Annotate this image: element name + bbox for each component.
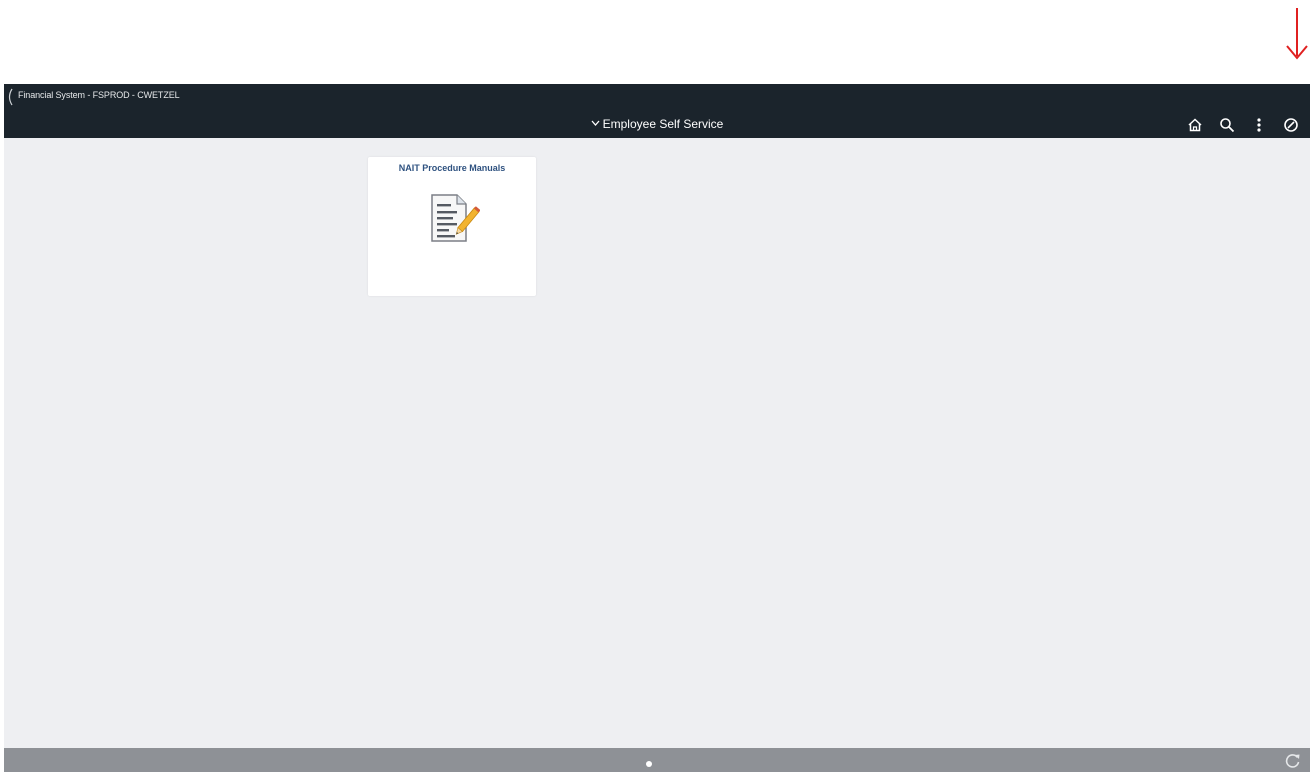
page-indicator-dot[interactable] xyxy=(646,761,652,767)
navbar-button[interactable] xyxy=(1281,115,1301,135)
screenshot-canvas: Financial System - FSPROD - CWETZEL Empl… xyxy=(0,0,1310,772)
actions-menu-icon xyxy=(1257,118,1261,132)
home-icon xyxy=(1188,118,1202,132)
search-button[interactable] xyxy=(1217,115,1237,135)
system-logo-icon xyxy=(8,88,13,106)
footer-bar xyxy=(4,748,1310,772)
tile-nait-procedure-manuals[interactable]: NAIT Procedure Manuals xyxy=(368,157,536,296)
document-edit-icon xyxy=(431,194,480,242)
search-icon xyxy=(1220,118,1235,133)
page-title: Employee Self Service xyxy=(602,117,724,131)
banner-header: Financial System - FSPROD - CWETZEL Empl… xyxy=(4,84,1310,138)
chevron-down-icon xyxy=(591,120,600,126)
refresh-icon[interactable] xyxy=(1284,752,1302,770)
home-button[interactable] xyxy=(1185,115,1205,135)
system-title: Financial System - FSPROD - CWETZEL xyxy=(18,90,180,100)
annotation-arrow-icon xyxy=(1286,8,1308,60)
tile-title: NAIT Procedure Manuals xyxy=(398,163,506,173)
actions-menu-button[interactable] xyxy=(1249,115,1269,135)
homepage-selector[interactable]: Employee Self Service xyxy=(4,117,1310,131)
navbar-icon xyxy=(1284,118,1298,132)
fluid-homepage: Financial System - FSPROD - CWETZEL Empl… xyxy=(4,84,1310,772)
